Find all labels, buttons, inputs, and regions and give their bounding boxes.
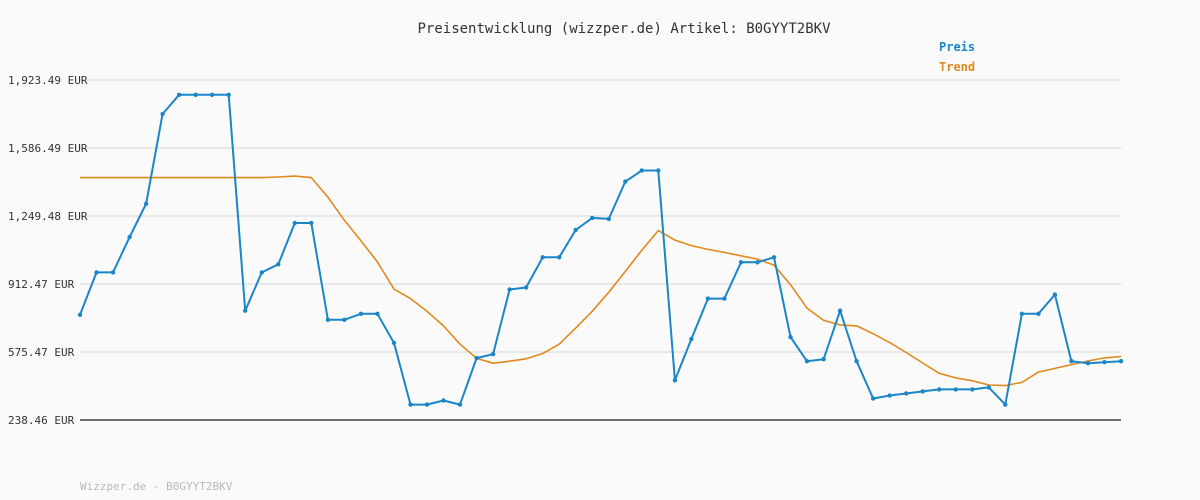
data-point: [639, 168, 644, 173]
data-point: [424, 402, 430, 407]
data-point: [904, 391, 909, 396]
data-point: [457, 402, 463, 407]
data-point: [193, 92, 198, 98]
data-point: [441, 398, 446, 403]
data-point: [540, 255, 545, 260]
data-point: [77, 312, 83, 317]
data-point: [490, 351, 496, 357]
data-point: [176, 92, 182, 98]
legend-trend: Trend: [939, 60, 975, 74]
data-point: [590, 215, 595, 221]
price-chart: Preisentwicklung (wizzper.de) Artikel: B…: [8, 21, 1124, 427]
data-point: [573, 227, 578, 233]
data-point: [937, 387, 942, 392]
data-point: [408, 402, 413, 407]
data-point: [970, 387, 975, 392]
data-point: [788, 334, 793, 340]
series-line-trend: [80, 175, 1122, 387]
data-point: [672, 378, 678, 383]
data-point: [375, 311, 380, 316]
series-layer: [77, 92, 1124, 407]
data-point: [243, 308, 248, 313]
data-point: [523, 285, 529, 290]
data-point: [870, 396, 876, 401]
data-point: [771, 255, 777, 260]
data-point: [557, 255, 562, 260]
data-point: [342, 317, 347, 322]
data-point: [507, 287, 512, 292]
data-point: [887, 393, 892, 398]
y-tick-label: 912.47 EUR: [8, 278, 75, 291]
data-point: [837, 308, 843, 313]
grid-lines: [80, 79, 1121, 421]
data-point: [259, 270, 264, 275]
data-point: [656, 168, 661, 173]
data-point: [276, 262, 281, 267]
data-point: [738, 260, 744, 265]
data-point: [143, 201, 149, 206]
data-point: [127, 234, 132, 240]
data-point: [1019, 311, 1025, 316]
data-point: [1003, 402, 1008, 407]
data-point: [920, 389, 925, 394]
y-tick-label: 575.47 EUR: [8, 346, 75, 359]
data-point: [623, 179, 628, 184]
data-point: [821, 357, 826, 362]
data-point: [705, 296, 711, 301]
data-point: [325, 317, 331, 322]
data-point: [160, 111, 165, 117]
data-point: [292, 220, 297, 226]
data-point: [986, 385, 991, 390]
y-tick-label: 1,923.49 EUR: [8, 74, 88, 87]
data-point: [1069, 359, 1074, 364]
chart-title: Preisentwicklung (wizzper.de) Artikel: B…: [417, 21, 831, 37]
legend-preis: Preis: [939, 40, 975, 54]
y-tick-label: 1,586.49 EUR: [8, 142, 88, 155]
data-point: [722, 296, 727, 301]
data-point: [1102, 360, 1107, 365]
y-tick-label: 238.46 EUR: [8, 414, 75, 427]
series-line-preis: [79, 93, 1122, 406]
data-point: [1036, 311, 1041, 316]
data-point: [1052, 292, 1058, 297]
data-point: [358, 311, 364, 316]
data-point: [210, 92, 215, 98]
y-axis-ticks: 1,923.49 EUR 1,586.49 EUR 1,249.48 EUR 912.…: [8, 74, 88, 427]
data-point: [474, 355, 479, 361]
data-point: [606, 216, 611, 222]
data-point: [1118, 359, 1124, 364]
data-point: [854, 359, 859, 364]
data-point: [804, 359, 810, 364]
data-point: [94, 270, 99, 275]
data-point: [110, 270, 116, 275]
data-point: [226, 92, 231, 98]
data-point: [309, 220, 314, 226]
data-point: [1085, 361, 1091, 366]
data-point: [953, 387, 958, 392]
data-point: [755, 260, 760, 265]
data-point: [391, 340, 397, 346]
footer-text: Wizzper.de - B0GYYT2BKV: [80, 480, 233, 493]
y-tick-label: 1,249.48 EUR: [8, 210, 88, 223]
data-point: [689, 336, 694, 342]
